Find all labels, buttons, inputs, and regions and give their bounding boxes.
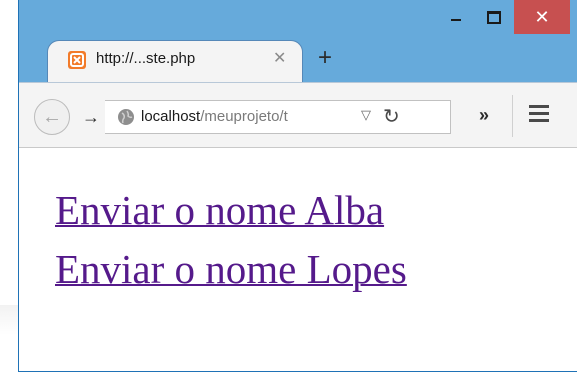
back-arrow-icon: ← (42, 105, 62, 128)
forward-arrow-icon: → (82, 106, 100, 127)
url-text[interactable]: localhost/meuprojeto/t (141, 108, 356, 125)
reload-icon[interactable]: ↻ (383, 104, 400, 129)
globe-icon (118, 109, 134, 125)
close-icon: ✕ (534, 7, 550, 27)
url-path: /meuprojeto/t (200, 108, 288, 125)
back-button[interactable]: ← (34, 99, 70, 135)
new-tab-button[interactable]: + (312, 46, 338, 72)
close-window-button[interactable]: ✕ (514, 0, 570, 34)
minimize-button[interactable] (439, 0, 473, 34)
url-host: localhost (141, 108, 201, 125)
browser-window: ✕ http://...ste.php ✕ + ← → localhost/me… (18, 0, 577, 372)
minimize-icon (451, 19, 461, 21)
page-content: Enviar o nome Alba Enviar o nome Lopes (19, 148, 577, 371)
xampp-icon (68, 51, 86, 69)
tab-title: http://...ste.php (96, 50, 196, 67)
link-enviar-lopes[interactable]: Enviar o nome Lopes (55, 245, 407, 293)
maximize-icon (487, 10, 501, 24)
toolbar-divider (512, 95, 513, 137)
history-dropdown-icon[interactable]: ▽ (361, 107, 371, 123)
link-enviar-alba[interactable]: Enviar o nome Alba (55, 186, 384, 234)
navigation-toolbar: ← → localhost/meuprojeto/t ▽ ↻ » (19, 82, 577, 148)
overflow-chevron-icon[interactable]: » (469, 100, 499, 130)
hamburger-icon[interactable] (529, 105, 553, 125)
forward-button[interactable]: → (76, 102, 106, 132)
title-bar: ✕ http://...ste.php ✕ + (19, 0, 577, 83)
desktop-background: ✕ http://...ste.php ✕ + ← → localhost/me… (0, 0, 577, 372)
address-bar[interactable]: localhost/meuprojeto/t ▽ ↻ (105, 100, 451, 134)
maximize-button[interactable] (477, 0, 511, 34)
tab-close-icon[interactable]: ✕ (273, 48, 286, 68)
tab-active[interactable]: http://...ste.php ✕ (47, 40, 303, 82)
